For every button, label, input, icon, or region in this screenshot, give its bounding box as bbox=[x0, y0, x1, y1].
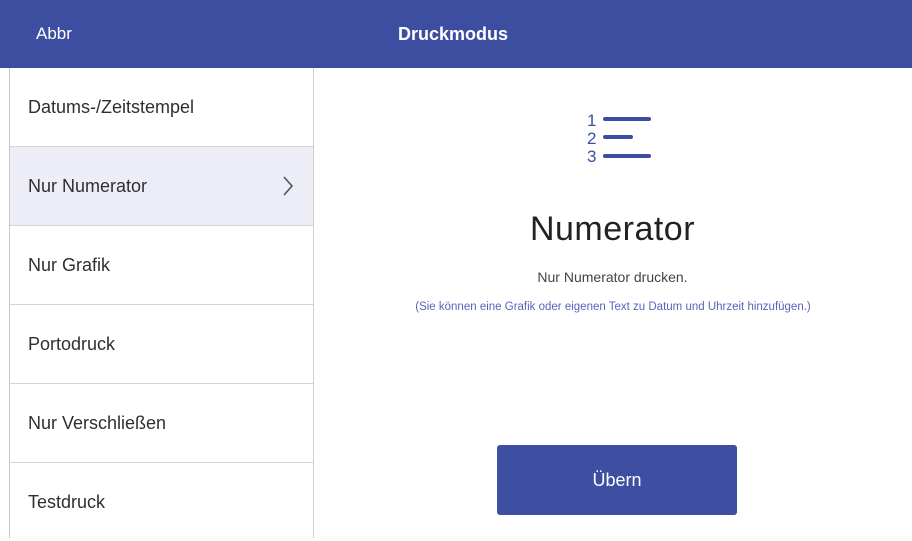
sidebar-item-numerator-only[interactable]: Nur Numerator bbox=[10, 147, 313, 226]
icon-number-2: 2 bbox=[587, 129, 596, 148]
sidebar-item-label: Nur Numerator bbox=[28, 176, 148, 196]
page-title: Druckmodus bbox=[398, 24, 509, 44]
sidebar-item-test-print[interactable]: Testdruck bbox=[10, 463, 313, 541]
sidebar-item-date-time-stamp[interactable]: Datums-/Zeitstempel bbox=[10, 68, 313, 147]
sidebar-item-graphic-only[interactable]: Nur Grafik bbox=[10, 226, 313, 305]
sidebar-item-label: Nur Grafik bbox=[28, 255, 111, 275]
mode-hint: (Sie können eine Grafik oder eigenen Tex… bbox=[415, 301, 811, 313]
sidebar-item-postage-print[interactable]: Portodruck bbox=[10, 305, 313, 384]
cancel-button[interactable]: Abbr bbox=[36, 0, 72, 68]
detail-panel: 1 2 3 Numerator Nur Numerator drucken. (… bbox=[313, 68, 912, 538]
apply-button[interactable]: Übern bbox=[497, 445, 737, 515]
numbered-list-icon: 1 2 3 bbox=[587, 111, 651, 166]
sidebar-item-label: Nur Verschließen bbox=[28, 413, 167, 433]
sidebar-item-label: Portodruck bbox=[28, 334, 116, 354]
chevron-right-icon bbox=[283, 176, 294, 196]
icon-number-1: 1 bbox=[587, 111, 596, 130]
sidebar-item-label: Datums-/Zeitstempel bbox=[28, 97, 195, 117]
mode-description: Nur Numerator drucken. bbox=[537, 269, 688, 285]
title-bar: Abbr Druckmodus bbox=[0, 0, 912, 68]
print-mode-list: Datums-/Zeitstempel Nur Numerator Nur Gr… bbox=[9, 68, 314, 538]
sidebar-item-label: Testdruck bbox=[28, 492, 106, 512]
sidebar-item-seal-only[interactable]: Nur Verschließen bbox=[10, 384, 313, 463]
mode-heading: Numerator bbox=[529, 210, 696, 248]
icon-number-3: 3 bbox=[587, 147, 596, 166]
